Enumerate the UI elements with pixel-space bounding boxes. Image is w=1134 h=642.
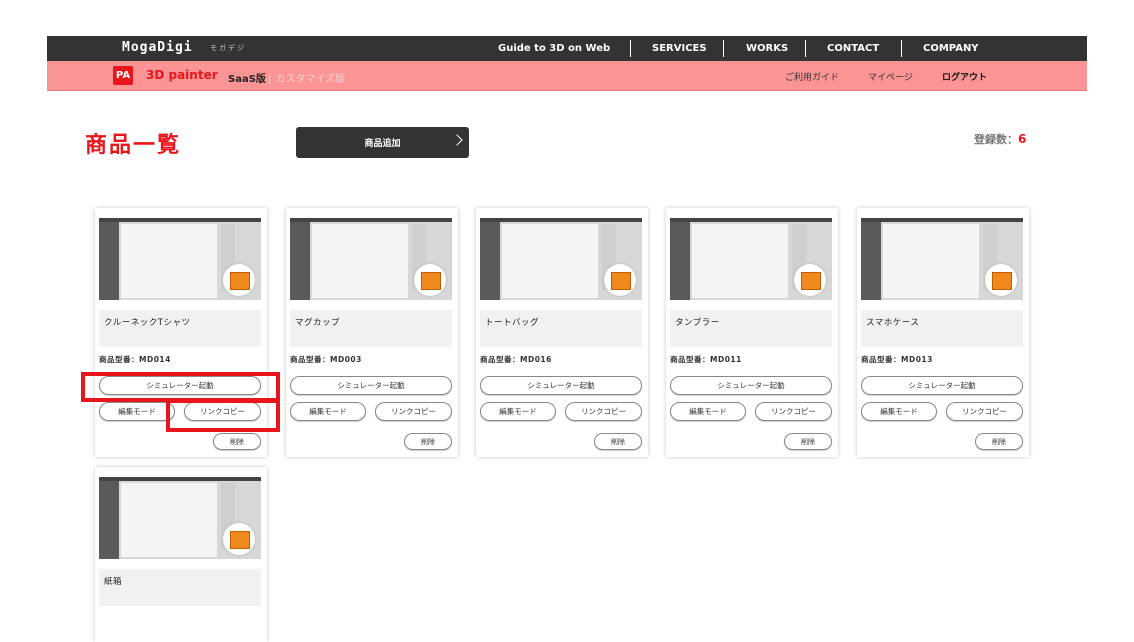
edit-mode-button[interactable]: 編集モード: [861, 402, 937, 421]
product-name: 紙箱: [104, 577, 123, 587]
product-card: スマホケース 商品型番：MD013 シミュレーター起動 編集モード リンクコピー…: [857, 208, 1029, 457]
app-name: 3D painter: [146, 68, 218, 82]
product-model: 商品型番：MD013: [861, 355, 933, 364]
product-name: タンブラー: [675, 318, 720, 328]
edit-mode-button[interactable]: 編集モード: [480, 402, 556, 421]
simulator-button[interactable]: シミュレーター起動: [290, 376, 452, 395]
link-copy-button[interactable]: リンクコピー: [375, 402, 452, 421]
delete-button[interactable]: 削除: [975, 433, 1023, 450]
product-name-box: クルーネックTシャツ: [99, 310, 261, 347]
page-title: 商品一覧: [85, 133, 182, 158]
edition-custom: | カスタマイズ版: [268, 70, 345, 85]
edit-mode-button[interactable]: 編集モード: [290, 402, 366, 421]
product-model: 商品型番：MD003: [290, 355, 362, 364]
simulator-button[interactable]: シミュレーター起動: [670, 376, 832, 395]
product-thumbnail[interactable]: [290, 218, 452, 300]
product-name: マグカップ: [295, 318, 341, 328]
product-card: タンブラー 商品型番：MD011 シミュレーター起動 編集モード リンクコピー …: [666, 208, 838, 457]
product-name: トートバッグ: [485, 318, 540, 328]
nav-contact[interactable]: CONTACT: [827, 43, 879, 54]
product-model: 商品型番：MD011: [670, 355, 742, 364]
site-logo-sub: モガデジ: [210, 44, 246, 52]
product-thumbnail[interactable]: [861, 218, 1023, 300]
highlight-box-simulator: [81, 372, 280, 402]
product-card: トートバッグ 商品型番：MD016 シミュレーター起動 編集モード リンクコピー…: [476, 208, 648, 457]
nav-works[interactable]: WORKS: [746, 43, 788, 54]
product-name: スマホケース: [866, 318, 920, 328]
nav-divider: [630, 40, 631, 57]
3d-box-icon: [223, 264, 255, 296]
nav-divider: [901, 40, 902, 57]
site-logo[interactable]: MogaDigi: [122, 40, 193, 55]
delete-button[interactable]: 削除: [784, 433, 832, 450]
3d-box-icon: [794, 264, 826, 296]
product-name-box: タンブラー: [670, 310, 832, 347]
mypage-link[interactable]: マイページ: [868, 70, 913, 83]
nav-guide[interactable]: Guide to 3D on Web: [498, 43, 610, 54]
edit-mode-button[interactable]: 編集モード: [670, 402, 746, 421]
product-card: マグカップ 商品型番：MD003 シミュレーター起動 編集モード リンクコピー …: [286, 208, 458, 457]
add-product-label: 商品追加: [364, 139, 401, 149]
product-model: 商品型番：MD014: [99, 355, 171, 364]
edition-custom-label: カスタマイズ版: [275, 74, 346, 85]
registered-count: 登録数：6: [974, 131, 1026, 147]
product-name-box: 紙箱: [99, 569, 261, 606]
delete-button[interactable]: 削除: [213, 433, 261, 450]
product-thumbnail[interactable]: [99, 218, 261, 300]
edition-separator: |: [268, 74, 272, 85]
nav-divider: [805, 40, 806, 57]
link-copy-button[interactable]: リンクコピー: [565, 402, 642, 421]
product-thumbnail[interactable]: [480, 218, 642, 300]
edition-saas: SaaS版: [228, 74, 266, 85]
guide-link[interactable]: ご利用ガイド: [785, 70, 839, 83]
logout-link[interactable]: ログアウト: [942, 70, 987, 83]
delete-button[interactable]: 削除: [594, 433, 642, 450]
3d-box-icon: [985, 264, 1017, 296]
simulator-button[interactable]: シミュレーター起動: [480, 376, 642, 395]
chevron-right-icon: [451, 134, 463, 146]
product-name: クルーネックTシャツ: [104, 318, 191, 328]
3d-box-icon: [414, 264, 446, 296]
3d-box-icon: [604, 264, 636, 296]
product-name-box: スマホケース: [861, 310, 1023, 347]
product-thumbnail[interactable]: [670, 218, 832, 300]
3d-box-icon: [223, 523, 255, 555]
link-copy-button[interactable]: リンクコピー: [946, 402, 1023, 421]
edit-mode-button[interactable]: 編集モード: [99, 402, 175, 421]
add-product-button[interactable]: 商品追加: [296, 127, 469, 158]
link-copy-button[interactable]: リンクコピー: [755, 402, 832, 421]
product-model: 商品型番：MD016: [480, 355, 552, 364]
nav-services[interactable]: SERVICES: [652, 43, 707, 54]
product-thumbnail[interactable]: [99, 477, 261, 559]
count-value: 6: [1018, 132, 1027, 146]
product-name-box: トートバッグ: [480, 310, 642, 347]
nav-company[interactable]: COMPANY: [923, 43, 979, 54]
app-header: PA 3D painter SaaS版 | カスタマイズ版 ご利用ガイド マイペー…: [47, 61, 1087, 91]
product-card: 紙箱: [95, 467, 267, 642]
product-name-box: マグカップ: [290, 310, 452, 347]
top-header: MogaDigi モガデジ Guide to 3D on Web SERVICE…: [47, 36, 1087, 61]
delete-button[interactable]: 削除: [404, 433, 452, 450]
highlight-box-link-copy: [166, 399, 280, 432]
count-label: 登録数：: [974, 133, 1018, 146]
app-badge: PA: [113, 66, 133, 85]
simulator-button[interactable]: シミュレーター起動: [861, 376, 1023, 395]
nav-divider: [723, 40, 724, 57]
